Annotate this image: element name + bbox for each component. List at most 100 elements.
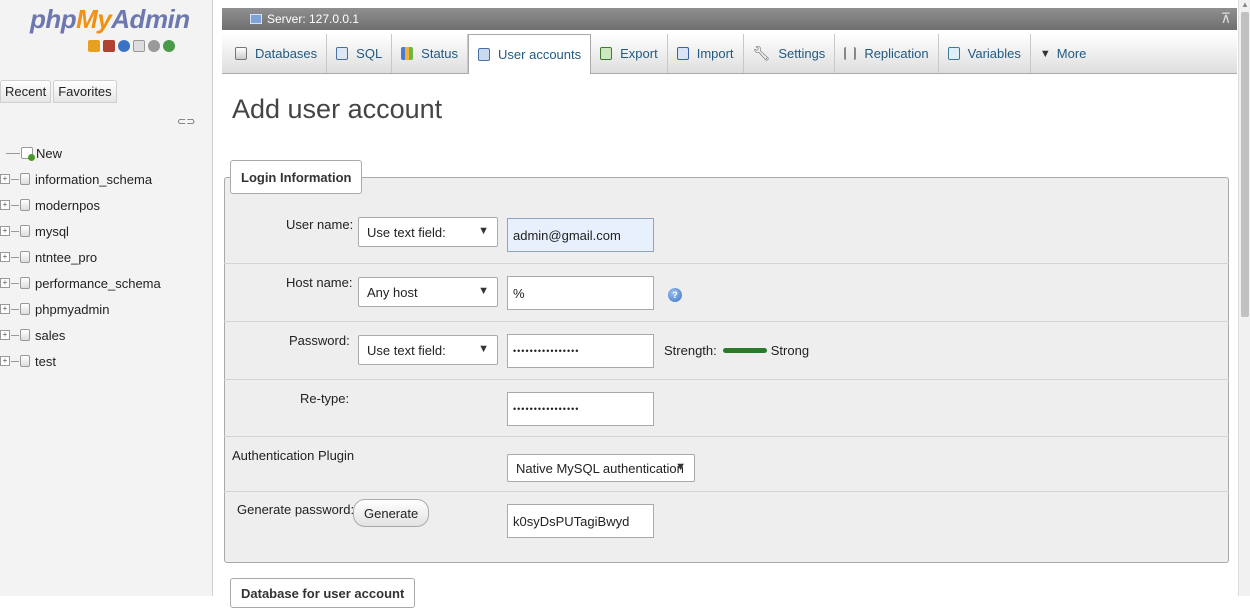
page-title: Add user account bbox=[232, 94, 443, 124]
import-icon bbox=[676, 47, 689, 60]
database-icon bbox=[20, 277, 30, 289]
tree-line bbox=[11, 256, 19, 258]
tree-line bbox=[6, 152, 20, 154]
tree-item-label: mysql bbox=[35, 223, 69, 239]
tree-item-database[interactable]: + information_schema bbox=[0, 166, 212, 192]
tab-recent[interactable]: Recent bbox=[0, 80, 52, 103]
phpmyadmin-logo[interactable]: phpMyAdmin bbox=[30, 4, 190, 35]
tree-item-label: ntntee_pro bbox=[35, 249, 98, 265]
tab-label: Export bbox=[620, 46, 658, 61]
strength-meter bbox=[722, 348, 767, 353]
home-icon[interactable] bbox=[88, 40, 100, 52]
main-tab-bar: Databases SQL Status User accounts Expor… bbox=[222, 34, 1237, 74]
password-type-select[interactable]: Use text field: ▼ bbox=[358, 335, 498, 365]
expand-icon[interactable]: + bbox=[0, 356, 10, 366]
expand-icon[interactable]: + bbox=[0, 304, 10, 314]
input-value: k0syDsPUTagiBwyd bbox=[513, 513, 630, 529]
expand-icon[interactable]: + bbox=[0, 330, 10, 340]
expand-icon[interactable]: + bbox=[0, 278, 10, 288]
scrollbar-thumb[interactable] bbox=[1241, 12, 1249, 317]
database-icon bbox=[20, 303, 30, 315]
tree-item-database[interactable]: + mysql bbox=[0, 218, 212, 244]
expand-icon[interactable]: + bbox=[0, 252, 10, 262]
tab-databases[interactable]: Databases bbox=[226, 34, 328, 73]
chevron-down-icon: ▼ bbox=[478, 225, 489, 237]
tab-more[interactable]: ▼ More bbox=[1031, 34, 1096, 73]
generate-button[interactable]: Generate bbox=[353, 499, 430, 527]
tree-item-new[interactable]: New bbox=[0, 140, 212, 166]
tree-line bbox=[11, 178, 19, 180]
docs-icon[interactable] bbox=[133, 40, 145, 52]
input-value: •••••••••••••••• bbox=[513, 346, 580, 356]
tree-item-database[interactable]: + test bbox=[0, 348, 212, 374]
tab-settings[interactable]: 🔧︎ Settings bbox=[744, 34, 836, 73]
tree-line bbox=[11, 204, 19, 206]
hostname-label: Host name: bbox=[286, 275, 353, 290]
server-title[interactable]: Server: 127.0.0.1 bbox=[267, 12, 359, 26]
username-label: User name: bbox=[286, 217, 354, 232]
tab-label: More bbox=[1056, 46, 1087, 61]
gear-icon[interactable] bbox=[148, 40, 160, 52]
database-icon bbox=[20, 355, 30, 367]
tree-item-database[interactable]: + ntntee_pro bbox=[0, 244, 212, 270]
logout-icon[interactable] bbox=[103, 40, 115, 52]
auth-plugin-select[interactable]: Native MySQL authentication ▼ bbox=[507, 454, 695, 482]
database-icon bbox=[20, 199, 30, 211]
retype-row bbox=[224, 380, 1229, 437]
tree-item-database[interactable]: + sales bbox=[0, 322, 212, 348]
vertical-scrollbar[interactable]: ▲ bbox=[1238, 0, 1250, 596]
settings-wrench-icon: 🔧︎ bbox=[752, 45, 771, 61]
generate-password-label: Generate password: bbox=[237, 502, 355, 517]
help-icon[interactable]: ? bbox=[668, 288, 682, 302]
maximize-icon[interactable]: ⊼ bbox=[1221, 10, 1231, 27]
retype-label: Re-type: bbox=[300, 391, 350, 406]
password-input[interactable]: •••••••••••••••• bbox=[507, 334, 654, 368]
reload-icon[interactable] bbox=[163, 40, 175, 52]
tree-item-label: information_schema bbox=[35, 171, 153, 187]
password-label: Password: bbox=[289, 333, 350, 348]
database-icon bbox=[20, 225, 30, 237]
tab-label: User accounts bbox=[498, 47, 582, 62]
tab-sql[interactable]: SQL bbox=[327, 34, 393, 73]
export-icon bbox=[600, 47, 613, 60]
hostname-input[interactable]: % bbox=[507, 276, 654, 310]
tree-item-label: modernpos bbox=[35, 197, 101, 213]
quick-links bbox=[88, 40, 175, 52]
tree-item-database[interactable]: + modernpos bbox=[0, 192, 212, 218]
new-database-icon bbox=[21, 147, 35, 161]
help-icon[interactable] bbox=[118, 40, 130, 52]
expand-icon[interactable]: + bbox=[0, 226, 10, 236]
expand-icon[interactable]: + bbox=[0, 200, 10, 210]
tab-replication[interactable]: Replication bbox=[835, 34, 939, 73]
tree-item-database[interactable]: + performance_schema bbox=[0, 270, 212, 296]
tree-line bbox=[11, 360, 19, 362]
tab-label: Status bbox=[421, 46, 459, 61]
hostname-type-select[interactable]: Any host ▼ bbox=[358, 277, 498, 307]
tree-line bbox=[11, 334, 19, 336]
chevron-down-icon: ▼ bbox=[675, 461, 686, 473]
tab-favorites[interactable]: Favorites bbox=[53, 80, 117, 103]
scroll-up-icon[interactable]: ▲ bbox=[1241, 0, 1249, 9]
input-value: admin@gmail.com bbox=[513, 227, 621, 243]
username-input[interactable]: admin@gmail.com bbox=[507, 218, 654, 252]
tree-item-database[interactable]: + phpmyadmin bbox=[0, 296, 212, 322]
tab-import[interactable]: Import bbox=[668, 34, 744, 73]
user-accounts-icon bbox=[478, 48, 491, 61]
select-value: Use text field: bbox=[367, 224, 446, 240]
select-value: Any host bbox=[367, 284, 418, 300]
auth-plugin-row bbox=[224, 437, 1229, 492]
generated-password-field[interactable]: k0syDsPUTagiBwyd bbox=[507, 504, 654, 538]
expand-icon[interactable]: + bbox=[0, 174, 10, 184]
tab-user-accounts[interactable]: User accounts bbox=[468, 34, 592, 74]
link-chain-icon[interactable]: ⊂⊃ bbox=[177, 115, 195, 128]
username-type-select[interactable]: Use text field: ▼ bbox=[358, 217, 498, 247]
tab-status[interactable]: Status bbox=[392, 34, 469, 73]
tab-export[interactable]: Export bbox=[591, 34, 668, 73]
logo-php: php bbox=[30, 4, 77, 34]
database-icon bbox=[20, 173, 30, 185]
retype-input[interactable]: •••••••••••••••• bbox=[507, 392, 654, 426]
tab-variables[interactable]: Variables bbox=[939, 34, 1031, 73]
database-tree: New + information_schema + modernpos + mysq… bbox=[0, 140, 212, 374]
input-value: •••••••••••••••• bbox=[513, 404, 580, 414]
tab-label: Databases bbox=[255, 46, 318, 61]
